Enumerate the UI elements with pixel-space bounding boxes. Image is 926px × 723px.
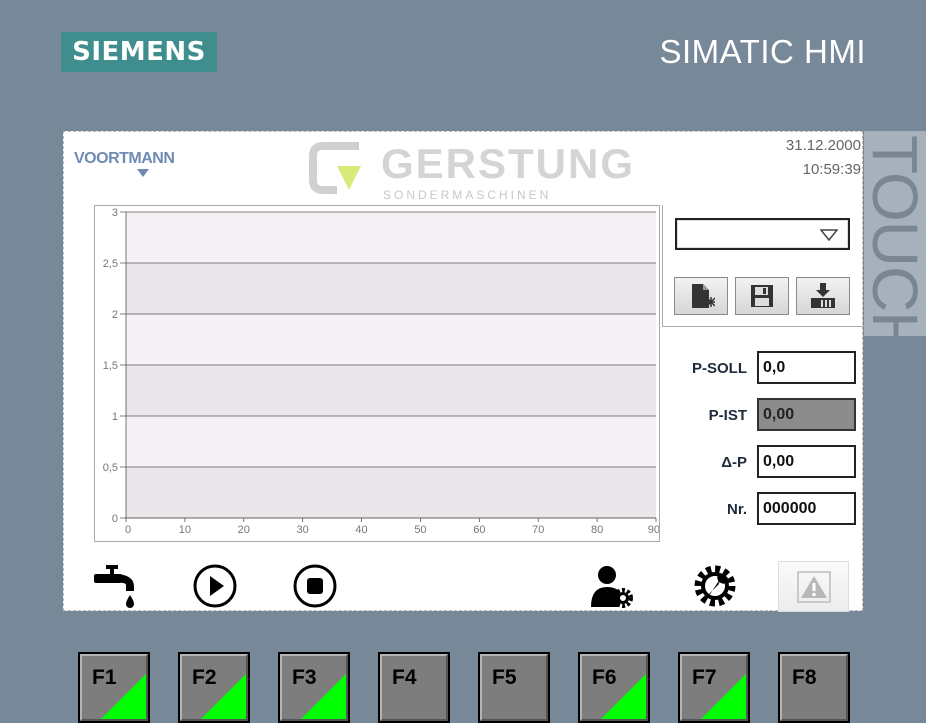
y-tick-label: 2,5 — [103, 258, 118, 270]
x-tick-label: 10 — [179, 524, 191, 536]
y-tick-label: 3 — [112, 207, 118, 219]
alarm-button[interactable] — [778, 561, 849, 612]
chevron-down-icon — [820, 229, 838, 241]
download-to-plc-icon — [811, 283, 835, 308]
function-key-label: F6 — [592, 666, 617, 689]
new-document-icon — [692, 284, 715, 308]
plot-band — [126, 365, 656, 416]
stop-circle-icon — [293, 564, 337, 608]
trend-chart-svg: 00,511,522,530 10 20 30 40 50 60 70 80 90 — [103, 207, 660, 536]
function-key-f8[interactable]: F8 — [778, 652, 850, 723]
y-tick-label: 0,5 — [103, 462, 118, 474]
y-tick-label: 0 — [112, 513, 118, 525]
function-key-f7[interactable]: F7 — [678, 652, 750, 723]
p-soll-label: P-SOLL — [692, 360, 747, 377]
y-tick-label: 1 — [112, 411, 118, 423]
new-recipe-button[interactable] — [674, 277, 728, 315]
voortmann-logo-mark — [137, 169, 149, 177]
x-tick-label: 40 — [355, 524, 367, 536]
plot-band — [126, 263, 656, 314]
nr-label: Nr. — [726, 501, 747, 518]
touch-strip: TOUCH — [864, 131, 926, 336]
function-key-f3[interactable]: F3 — [278, 652, 350, 723]
function-key-label: F1 — [92, 666, 117, 689]
x-tick-label: 0 — [125, 524, 131, 536]
delta-p-input[interactable]: 0,00 — [757, 445, 856, 478]
function-key-f2[interactable]: F2 — [178, 652, 250, 723]
plot-band — [126, 467, 656, 518]
x-tick-label: 20 — [238, 524, 250, 536]
gerstung-mark-icon — [309, 142, 361, 194]
x-tick-label: 70 — [532, 524, 544, 536]
save-recipe-button[interactable] — [735, 277, 789, 315]
water-tap-icon — [94, 565, 134, 608]
gerstung-subtitle: SONDERMASCHINEN — [383, 188, 552, 202]
y-tick-label: 1,5 — [103, 360, 118, 372]
x-tick-label: 60 — [473, 524, 485, 536]
p-ist-display: 0,00 — [757, 398, 856, 431]
nr-input[interactable]: 000000 — [757, 492, 856, 525]
function-key-label: F7 — [692, 666, 717, 689]
x-tick-label: 50 — [414, 524, 426, 536]
function-key-f4[interactable]: F4 — [378, 652, 450, 723]
gerstung-name: GERSTUNG — [381, 140, 636, 187]
function-key-label: F5 — [492, 666, 517, 689]
product-name: SIMATIC HMI — [659, 33, 866, 70]
x-tick-label: 90 — [648, 524, 659, 536]
recipe-dropdown[interactable] — [675, 218, 850, 250]
y-tick-label: 2 — [112, 309, 118, 321]
function-key-label: F3 — [292, 666, 317, 689]
warning-icon — [796, 570, 831, 603]
trend-chart[interactable]: 0 0,5 1 1,5 2 2,5 3 0 10 20 30 40 50 60 70 80 90 — [94, 205, 660, 542]
start-button[interactable] — [191, 562, 239, 610]
water-tap-button[interactable] — [91, 562, 139, 610]
play-circle-icon — [193, 564, 237, 608]
wrench-gear-icon — [694, 565, 736, 607]
function-key-label: F4 — [392, 666, 417, 689]
function-key-label: F2 — [192, 666, 217, 689]
hmi-screen: VOORTMANN GERSTUNG SONDERMASCHINEN 31.12… — [63, 131, 864, 612]
floppy-disk-icon — [751, 285, 773, 307]
x-tick-label: 80 — [591, 524, 603, 536]
voortmann-logo: VOORTMANN — [74, 150, 175, 167]
stop-button[interactable] — [291, 562, 339, 610]
gerstung-logo: GERSTUNG SONDERMASCHINEN — [309, 136, 633, 208]
datetime: 31.12.2000 10:59:39 — [786, 134, 861, 182]
service-button[interactable] — [691, 562, 739, 610]
p-ist-label: P-IST — [708, 407, 747, 424]
function-key-f6[interactable]: F6 — [578, 652, 650, 723]
function-key-f5[interactable]: F5 — [478, 652, 550, 723]
p-soll-input[interactable]: 0,0 — [757, 351, 856, 384]
date-display: 31.12.2000 — [785, 137, 861, 154]
delta-p-label: Δ-P — [721, 454, 747, 471]
x-tick-label: 30 — [297, 524, 309, 536]
user-gear-icon — [591, 566, 633, 608]
touch-label: TOUCH — [864, 135, 926, 336]
function-key-f1[interactable]: F1 — [78, 652, 150, 723]
function-key-label: F8 — [792, 666, 817, 689]
load-recipe-button[interactable] — [796, 277, 850, 315]
user-settings-button[interactable] — [588, 562, 636, 610]
time-display: 10:59:39 — [802, 161, 861, 178]
siemens-logo: SIEMENS — [61, 32, 217, 72]
